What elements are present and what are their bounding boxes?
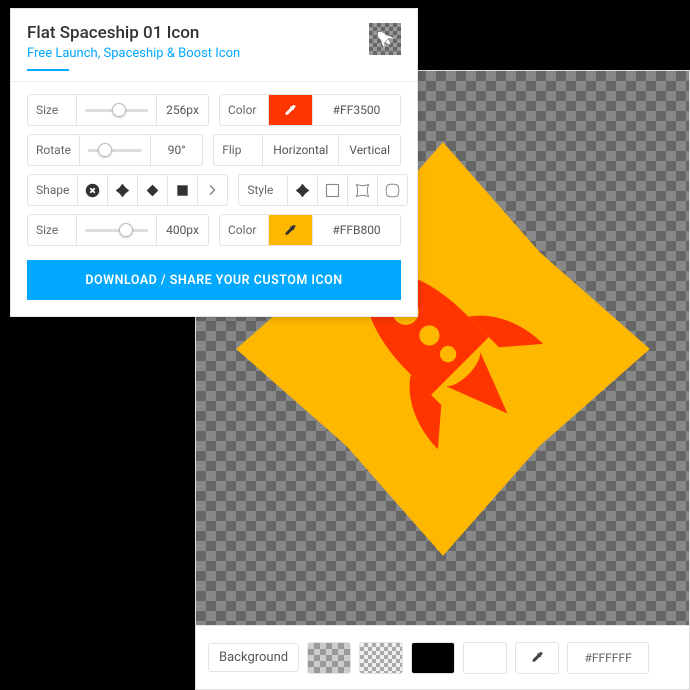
bg-swatch-black[interactable] <box>411 642 455 674</box>
eyedropper-icon <box>531 651 544 664</box>
shape-label: Shape <box>27 174 78 206</box>
color-label: Color <box>219 94 269 126</box>
rotate-slider[interactable] <box>88 149 142 152</box>
bg-color-picker[interactable] <box>515 642 559 674</box>
download-button[interactable]: DOWNLOAD / SHARE YOUR CUSTOM ICON <box>27 260 401 300</box>
divider <box>11 81 417 82</box>
icon-thumbnail <box>369 23 401 55</box>
shape-option-star4[interactable] <box>108 174 138 206</box>
panel-title: Flat Spaceship 01 Icon <box>27 23 240 43</box>
rotate-value[interactable]: 90° <box>151 134 203 166</box>
eyedropper-icon <box>284 224 297 237</box>
background-label: Background <box>208 643 299 672</box>
shape-size-value[interactable]: 400px <box>157 214 209 246</box>
bg-swatch-transparent-light[interactable] <box>359 642 403 674</box>
shape-color-hex[interactable]: #FFB800 <box>313 214 401 246</box>
bg-swatch-white[interactable] <box>463 642 507 674</box>
style-option-convex[interactable] <box>378 174 408 206</box>
shape-size-slider[interactable] <box>85 229 148 232</box>
eyedropper-icon <box>284 104 297 117</box>
control-panel: Flat Spaceship 01 Icon Free Launch, Spac… <box>10 8 418 317</box>
flip-horizontal-button[interactable]: Horizontal <box>263 134 339 166</box>
shape-option-diamond[interactable] <box>138 174 168 206</box>
style-option-outline[interactable] <box>318 174 348 206</box>
style-label: Style <box>238 174 288 206</box>
icon-color-swatch[interactable] <box>269 94 313 126</box>
size-label: Size <box>27 94 77 126</box>
background-bar: Background <box>196 625 689 689</box>
bg-swatch-transparent-dark[interactable] <box>307 642 351 674</box>
shape-size-label: Size <box>27 214 77 246</box>
size-slider[interactable] <box>85 109 148 112</box>
shape-color-label: Color <box>219 214 269 246</box>
shape-option-circle-badge[interactable] <box>78 174 108 206</box>
panel-subtitle[interactable]: Free Launch, Spaceship & Boost Icon <box>27 46 240 61</box>
rotate-label: Rotate <box>27 134 80 166</box>
size-value[interactable]: 256px <box>157 94 209 126</box>
shape-color-swatch[interactable] <box>269 214 313 246</box>
bg-hex-input[interactable] <box>567 642 649 674</box>
icon-color-hex[interactable]: #FF3500 <box>313 94 401 126</box>
shape-option-chevron[interactable] <box>198 174 228 206</box>
style-option-concave[interactable] <box>348 174 378 206</box>
shape-option-square[interactable] <box>168 174 198 206</box>
title-underline <box>27 69 69 71</box>
style-option-filled[interactable] <box>288 174 318 206</box>
flip-vertical-button[interactable]: Vertical <box>339 134 401 166</box>
flip-label: Flip <box>213 134 263 166</box>
